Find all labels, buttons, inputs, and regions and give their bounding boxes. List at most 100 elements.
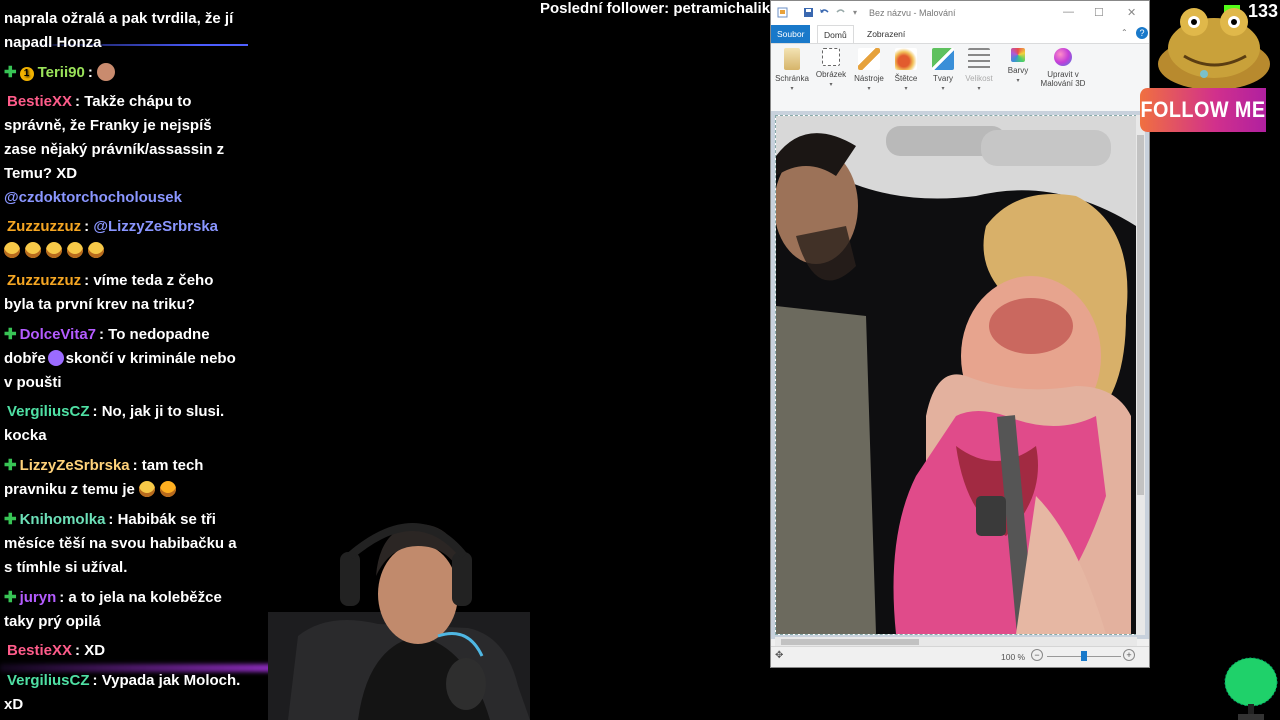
- laugh-emoji-icon: [139, 481, 156, 497]
- chat-message: Zuzzuzzuz: @LizzyZeSrbrska: [4, 215, 244, 263]
- chat-message: VergiliusCZ: Vypada jak Moloch. xD: [4, 669, 244, 717]
- customize-arrow-icon[interactable]: ▾: [853, 8, 857, 17]
- brushes-tool[interactable]: Štětce ▾: [887, 48, 925, 92]
- chat-username[interactable]: Zuzzuzzuz: [7, 218, 81, 235]
- emote-icon: [96, 63, 115, 81]
- chat-username[interactable]: LizzyZeSrbrska: [20, 457, 130, 474]
- maximize-button[interactable]: ☐: [1094, 6, 1104, 19]
- last-follower-banner: Poslední follower: petramichalikova: [540, 0, 770, 17]
- chat-message: @czdoktorchocholousek: [4, 186, 244, 210]
- chat-username[interactable]: BestieXX: [7, 642, 72, 659]
- laugh-emoji-icon: [67, 242, 83, 258]
- scroll-thumb[interactable]: [781, 639, 919, 645]
- tool-label: Tvary: [933, 74, 953, 83]
- paint-app-icon: [777, 7, 788, 18]
- chat-message: naprala ožralá a pak tvrdila, že jí napa…: [4, 7, 244, 55]
- clipboard-icon: [784, 48, 800, 70]
- paint3d-icon: [1054, 48, 1072, 66]
- chat-message: ✚ LizzyZeSrbrska: tam tech pravniku z tem…: [4, 454, 244, 502]
- ribbon: Schránka ▾ Obrázek ▾ Nástroje ▾ Štětce ▾ Tva…: [771, 43, 1149, 113]
- chat-username[interactable]: Knihomolka: [20, 511, 106, 528]
- emoji-icon: [47, 350, 64, 366]
- colors-tool[interactable]: Barvy ▾: [999, 48, 1037, 84]
- zoom-slider[interactable]: [1047, 651, 1121, 661]
- plus-badge-icon: ✚: [4, 589, 17, 606]
- chat-message: ✚ Knihomolka: Habibák se tři měsíce těší …: [4, 508, 244, 580]
- tree-icon: [1224, 657, 1278, 720]
- rofl-emoji-icon: [160, 481, 177, 497]
- plus-badge-icon: ✚: [4, 511, 17, 528]
- move-cursor-icon: ✥: [775, 650, 784, 661]
- tool-label: Schránka: [775, 74, 809, 83]
- canvas-area: [771, 111, 1149, 639]
- brush-icon: [895, 48, 917, 70]
- status-bar: ✥ 100 % − +: [771, 646, 1149, 667]
- pasted-photo: [776, 116, 1136, 634]
- paint-window: ▾ Bez názvu - Malování — ☐ ✕ Soubor Domů…: [770, 0, 1150, 668]
- collapse-ribbon-icon[interactable]: ⌃: [1121, 28, 1128, 37]
- chat-panel: naprala ožralá a pak tvrdila, že jí napa…: [0, 0, 248, 720]
- tab-view[interactable]: Zobrazení: [861, 25, 911, 43]
- shapes-tool[interactable]: Tvary ▾: [924, 48, 962, 92]
- chat-text: : XD: [75, 642, 106, 659]
- save-icon[interactable]: [803, 7, 814, 18]
- webcam-feed: [268, 523, 530, 720]
- plus-badge-icon: ✚: [4, 457, 17, 474]
- zoom-in-button[interactable]: +: [1123, 649, 1135, 661]
- tools-tool[interactable]: Nástroje ▾: [850, 48, 888, 92]
- follow-me-banner: FOLLOW ME: [1140, 88, 1266, 132]
- pencil-icon: [858, 48, 880, 70]
- tool-label: Obrázek: [815, 70, 847, 79]
- chat-username[interactable]: Zuzzuzzuz: [7, 272, 81, 289]
- chat-username[interactable]: BestieXX: [7, 93, 72, 110]
- tool-label: Štětce: [894, 74, 918, 83]
- laugh-emoji-icon: [88, 242, 104, 258]
- chat-message: BestieXX: XD: [4, 639, 244, 663]
- tool-label: Upravit v Malování 3D: [1040, 70, 1086, 88]
- laugh-emoji-icon: [46, 242, 62, 258]
- tab-home[interactable]: Domů: [817, 25, 854, 44]
- chat-mention: @LizzyZeSrbrska: [93, 218, 219, 235]
- laugh-emoji-icon: [25, 242, 41, 258]
- tool-label: Velikost: [965, 74, 993, 83]
- plus-badge-icon: ✚: [4, 326, 17, 343]
- zoom-out-button[interactable]: −: [1031, 649, 1043, 661]
- chat-message: VergiliusCZ: No, jak ji to slusi. kocka: [4, 400, 244, 448]
- paint3d-tool[interactable]: Upravit v Malování 3D: [1037, 48, 1089, 88]
- toad-mascot-icon: [1158, 8, 1270, 90]
- vertical-scrollbar[interactable]: [1136, 115, 1145, 635]
- redo-icon[interactable]: [835, 7, 846, 18]
- minimize-button[interactable]: —: [1063, 6, 1074, 18]
- chat-username[interactable]: juryn: [20, 589, 57, 606]
- image-tool[interactable]: Obrázek ▾: [812, 48, 850, 88]
- zoom-slider-thumb[interactable]: [1081, 651, 1087, 661]
- help-icon[interactable]: ?: [1136, 27, 1148, 39]
- select-icon: [822, 48, 840, 66]
- ribbon-tabs: Soubor Domů Zobrazení ⌃ ?: [771, 25, 1149, 44]
- chat-message: BestieXX: Takže chápu to správně, že Fra…: [4, 90, 244, 186]
- close-button[interactable]: ✕: [1127, 6, 1136, 19]
- scroll-thumb[interactable]: [1137, 135, 1144, 495]
- shapes-icon: [932, 48, 954, 70]
- palette-icon: [1011, 48, 1025, 62]
- undo-icon[interactable]: [819, 7, 830, 18]
- chat-message: ✚ DolceVita7: To nedopadne dobře skončí v …: [4, 323, 244, 395]
- chat-text: naprala ožralá a pak tvrdila, že jí napa…: [4, 10, 234, 51]
- canvas[interactable]: [775, 115, 1137, 635]
- neon-glow: [0, 664, 300, 672]
- chat-username[interactable]: DolceVita7: [20, 326, 96, 343]
- tab-file[interactable]: Soubor: [771, 25, 811, 43]
- chat-username[interactable]: VergiliusCZ: [7, 672, 90, 689]
- tool-label: Nástroje: [854, 74, 884, 83]
- number-badge-icon: 1: [19, 67, 34, 81]
- chat-mention: @czdoktorchocholousek: [4, 189, 182, 206]
- chat-message: ✚ juryn: a to jela na koleběžce taky prý …: [4, 586, 244, 634]
- size-tool[interactable]: Velikost ▾: [960, 48, 998, 92]
- chat-message: Zuzzuzzuz: víme teda z čeho byla ta prvn…: [4, 269, 244, 317]
- chat-username[interactable]: VergiliusCZ: [7, 403, 90, 420]
- chat-username[interactable]: Terii90: [38, 64, 85, 81]
- clipboard-tool[interactable]: Schránka ▾: [773, 48, 811, 92]
- line-size-icon: [968, 48, 990, 70]
- laugh-emoji-icon: [4, 242, 20, 258]
- tool-label: Barvy: [1007, 66, 1029, 75]
